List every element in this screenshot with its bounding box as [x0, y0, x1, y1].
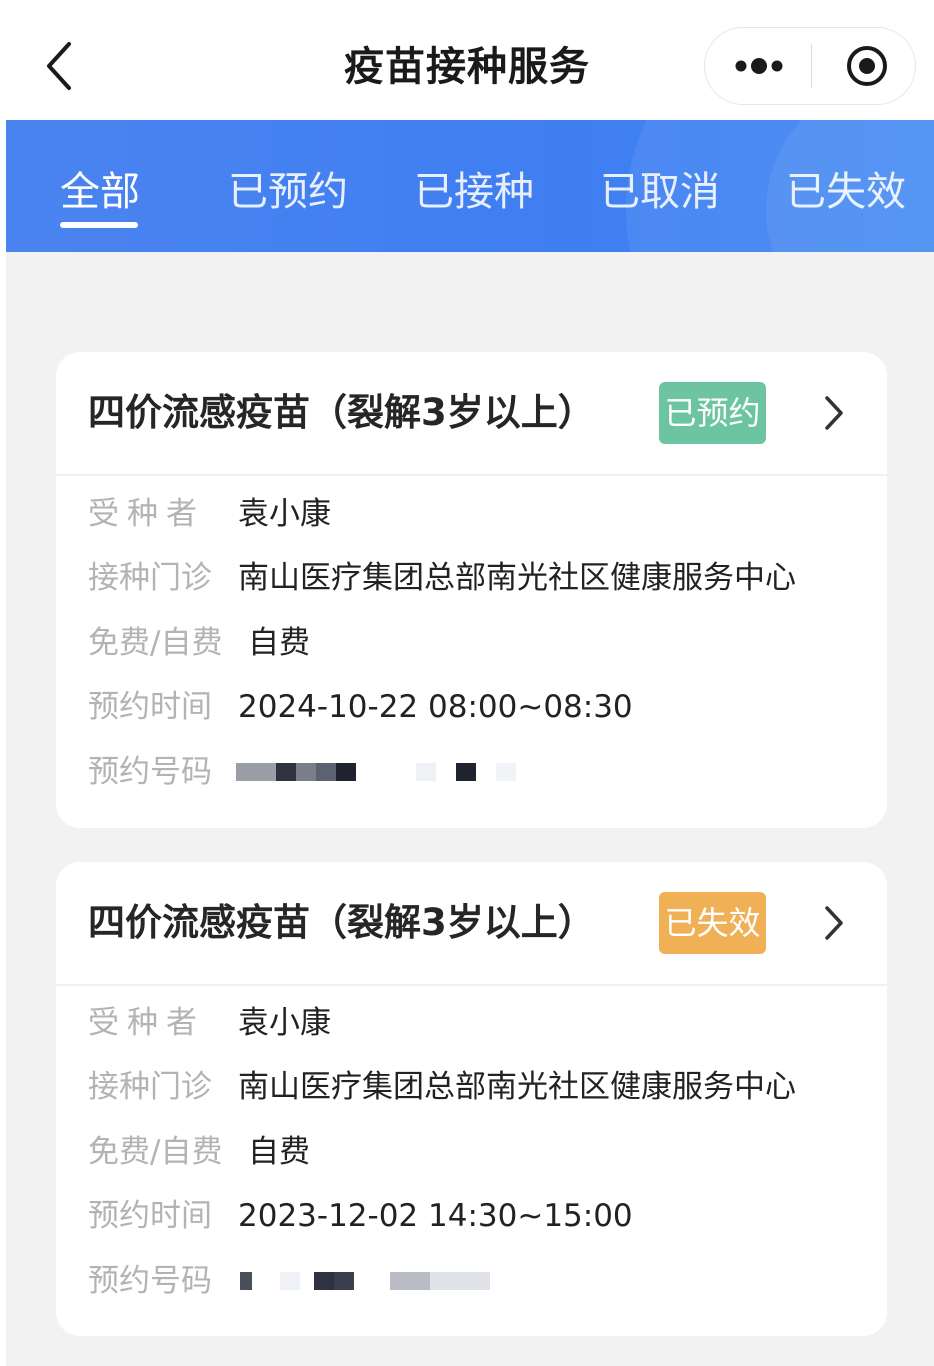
fee-value: 自费 — [248, 1134, 310, 1170]
masked-appointment-number — [236, 749, 566, 795]
tab-all[interactable]: 全部 — [60, 162, 140, 222]
recipient-label: 受种者 — [88, 1005, 205, 1041]
recipient-value: 袁小康 — [238, 496, 331, 532]
time-value: 2023-12-02 14:30~15:00 — [238, 1198, 633, 1234]
clinic-value: 南山医疗集团总部南光社区健康服务中心 — [238, 1069, 796, 1105]
fee-label: 免费/自费 — [88, 1134, 223, 1170]
target-circle-icon — [847, 46, 887, 86]
navigation-bar: 疫苗接种服务 — [0, 0, 934, 120]
card-header[interactable]: 四价流感疫苗（裂解3岁以上） 已预约 — [56, 352, 887, 474]
status-badge: 已预约 — [659, 382, 766, 444]
recipient-label: 受种者 — [88, 496, 205, 532]
clinic-row: 接种门诊 南山医疗集团总部南光社区健康服务中心 — [88, 555, 796, 601]
clinic-label: 接种门诊 — [88, 560, 212, 596]
card-header[interactable]: 四价流感疫苗（裂解3岁以上） 已失效 — [56, 862, 887, 984]
card-divider — [56, 984, 887, 986]
time-row: 预约时间 2024-10-22 08:00~08:30 — [88, 684, 633, 730]
chevron-right-icon — [825, 396, 843, 430]
more-dots-icon — [735, 58, 783, 74]
clinic-label: 接种门诊 — [88, 1069, 212, 1105]
time-label: 预约时间 — [88, 1198, 212, 1234]
tab-vaccinated[interactable]: 已接种 — [414, 162, 534, 222]
clinic-row: 接种门诊 南山医疗集团总部南光社区健康服务中心 — [88, 1064, 796, 1110]
vaccine-name: 四价流感疫苗（裂解3岁以上） — [88, 901, 595, 944]
number-label: 预约号码 — [88, 1263, 212, 1299]
number-label: 预约号码 — [88, 754, 212, 790]
time-value: 2024-10-22 08:00~08:30 — [238, 689, 633, 725]
vaccine-name: 四价流感疫苗（裂解3岁以上） — [88, 391, 595, 434]
fee-value: 自费 — [248, 625, 310, 661]
number-row: 预约号码 — [88, 749, 788, 795]
fee-row: 免费/自费 自费 — [88, 620, 310, 666]
appointment-card[interactable]: 四价流感疫苗（裂解3岁以上） 已失效 受种者 袁小康 接种门诊 南山医疗集团总部南光… — [56, 862, 887, 1336]
mini-program-capsule — [704, 27, 916, 105]
number-row: 预约号码 — [88, 1258, 788, 1304]
masked-appointment-number — [240, 1258, 500, 1304]
tab-booked[interactable]: 已预约 — [228, 162, 348, 222]
status-badge: 已失效 — [659, 892, 766, 954]
chevron-right-icon — [825, 906, 843, 940]
time-label: 预约时间 — [88, 689, 212, 725]
tab-expired[interactable]: 已失效 — [786, 162, 906, 222]
clinic-value: 南山医疗集团总部南光社区健康服务中心 — [238, 560, 796, 596]
status-tab-bar: 全部 已预约 已接种 已取消 已失效 — [6, 120, 934, 252]
tab-cancelled[interactable]: 已取消 — [600, 162, 720, 222]
fee-label: 免费/自费 — [88, 625, 223, 661]
more-button[interactable] — [705, 28, 811, 104]
card-divider — [56, 474, 887, 476]
recipient-value: 袁小康 — [238, 1005, 331, 1041]
fee-row: 免费/自费 自费 — [88, 1129, 310, 1175]
recipient-row: 受种者 袁小康 — [88, 491, 331, 537]
time-row: 预约时间 2023-12-02 14:30~15:00 — [88, 1193, 633, 1239]
active-tab-indicator — [60, 222, 138, 228]
exit-mini-program-button[interactable] — [812, 28, 916, 104]
recipient-row: 受种者 袁小康 — [88, 1000, 331, 1046]
appointment-card[interactable]: 四价流感疫苗（裂解3岁以上） 已预约 受种者 袁小康 接种门诊 南山医疗集团总部南光… — [56, 352, 887, 828]
